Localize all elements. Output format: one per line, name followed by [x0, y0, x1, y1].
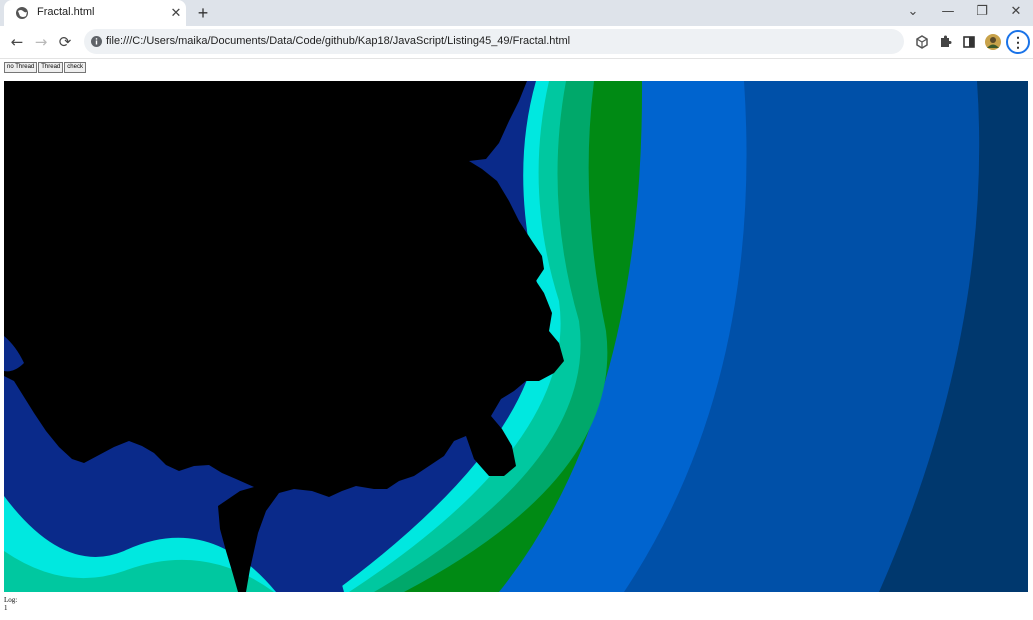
fractal-image — [4, 81, 1028, 592]
tab-strip: Fractal.html ✕ + ⌄ — ❐ ✕ — [0, 0, 1033, 26]
page-content: no Thread Thread check Log: 1 — [0, 59, 1033, 620]
minimize-button[interactable]: — — [932, 0, 964, 24]
close-window-button[interactable]: ✕ — [1000, 0, 1032, 24]
forward-button[interactable]: → — [31, 32, 51, 52]
more-menu-icon[interactable]: ⋮ — [1006, 30, 1030, 54]
puzzle-icon[interactable] — [935, 32, 955, 52]
reload-button[interactable]: ⟳ — [55, 32, 75, 52]
tab-close-icon[interactable]: ✕ — [168, 5, 184, 21]
address-bar[interactable]: file:///C:/Users/maika/Documents/Data/Co… — [84, 29, 904, 54]
thread-button[interactable]: Thread — [38, 62, 64, 73]
no-thread-button[interactable]: no Thread — [4, 62, 38, 73]
log-value: 1 — [4, 604, 8, 612]
address-url[interactable]: file:///C:/Users/maika/Documents/Data/Co… — [106, 35, 570, 47]
new-tab-button[interactable]: + — [193, 3, 213, 23]
check-button[interactable]: check — [64, 62, 86, 73]
extension-cube-icon[interactable] — [912, 32, 932, 52]
side-panel-icon[interactable] — [959, 32, 979, 52]
log-label: Log: — [4, 596, 18, 604]
fractal-canvas[interactable] — [4, 81, 1028, 592]
site-info-icon[interactable] — [90, 35, 103, 48]
back-button[interactable]: ← — [7, 32, 27, 52]
globe-icon — [16, 7, 28, 19]
log-area: Log: 1 — [4, 596, 17, 612]
restore-button[interactable]: ❐ — [966, 0, 998, 24]
browser-tab[interactable]: Fractal.html ✕ — [4, 0, 186, 26]
tab-title: Fractal.html — [37, 6, 95, 18]
browser-toolbar: ← → ⟳ file:///C:/Users/maika/Documents/D… — [0, 26, 1033, 59]
button-row: no Thread Thread check — [4, 62, 87, 73]
profile-avatar-icon[interactable] — [983, 32, 1003, 52]
tab-search-chevron-icon[interactable]: ⌄ — [897, 0, 929, 24]
